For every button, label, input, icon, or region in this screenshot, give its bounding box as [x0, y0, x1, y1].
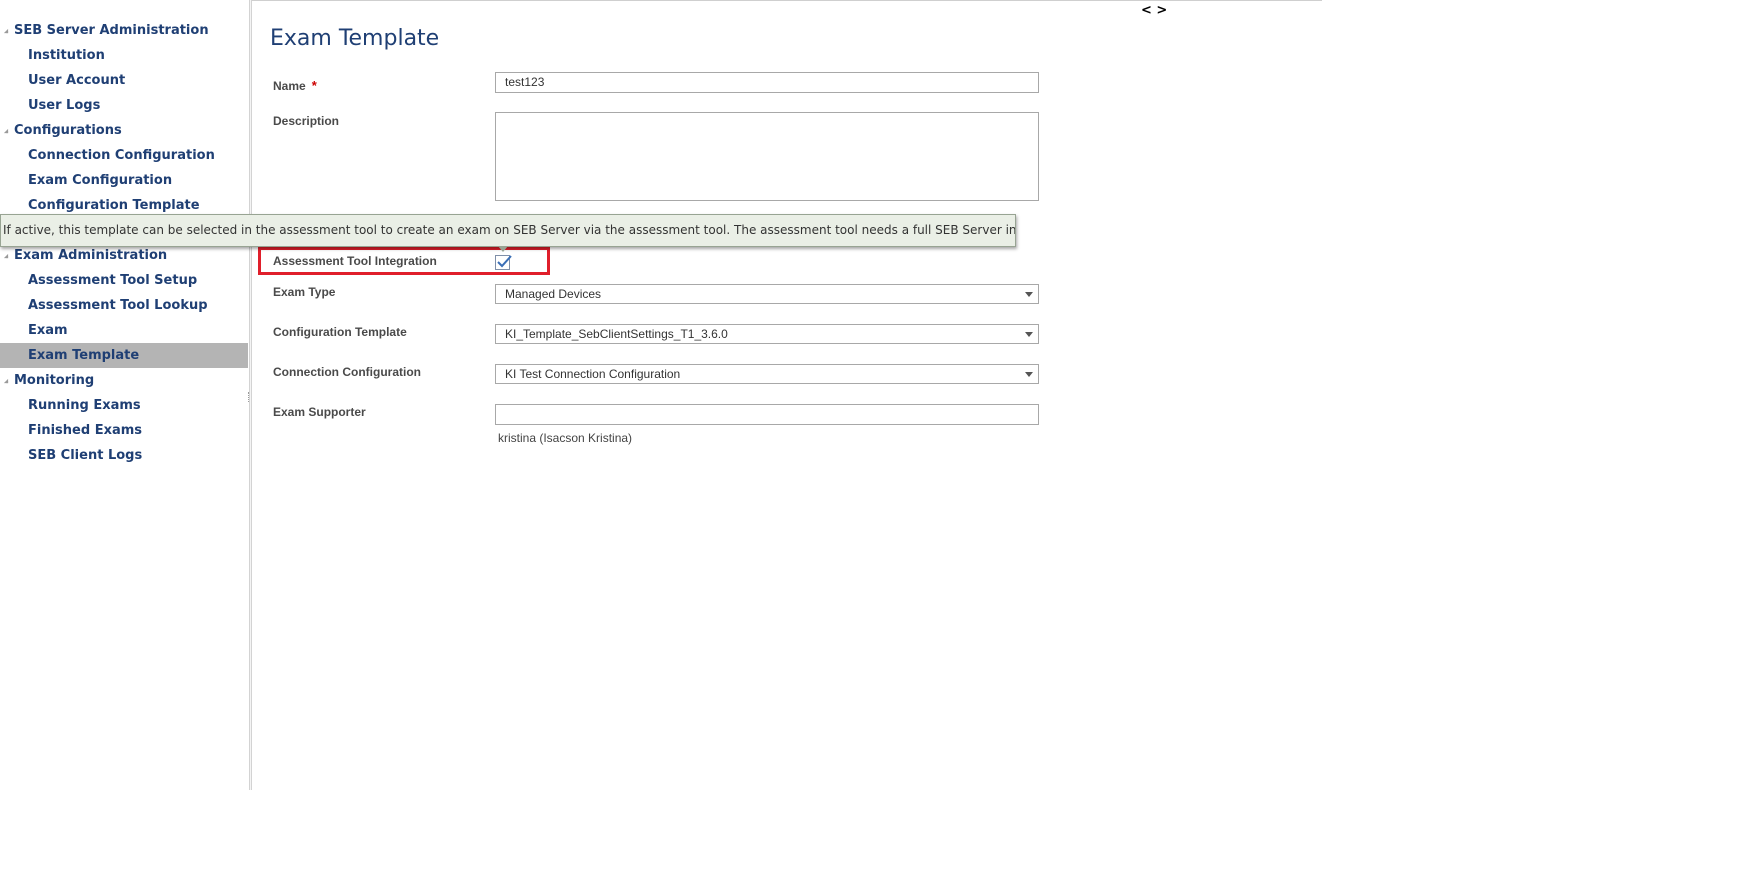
connection-configuration-select[interactable]: KI Test Connection Configuration [495, 364, 1039, 384]
collapse-expand-icon[interactable]: < > [1141, 3, 1167, 18]
sidebar-item-exam-template[interactable]: Exam Template [0, 343, 248, 368]
dropdown-arrow-icon [1025, 332, 1033, 337]
dropdown-arrow-icon [1025, 292, 1033, 297]
expand-arrow-icon [3, 253, 9, 259]
sidebar-navigation: SEB Server Administration Institution Us… [0, 0, 248, 884]
sidebar-item-user-account[interactable]: User Account [0, 68, 248, 93]
exam-type-select[interactable]: Managed Devices [495, 284, 1039, 304]
expand-arrow-icon [3, 378, 9, 384]
help-tooltip: If active, this template can be selected… [0, 214, 1016, 247]
dropdown-arrow-icon [1025, 372, 1033, 377]
exam-type-label: Exam Type [273, 285, 336, 299]
description-label: Description [273, 114, 340, 128]
sidebar-group-configurations[interactable]: Configurations [0, 118, 248, 143]
exam-supporter-selected-item[interactable]: kristina (Isacson Kristina) [498, 431, 632, 445]
sidebar-item-exam[interactable]: Exam [0, 318, 248, 343]
page-title: Exam Template [270, 26, 440, 51]
expand-arrow-icon [3, 28, 9, 34]
description-textarea[interactable] [495, 112, 1039, 201]
sidebar-item-connection-configuration[interactable]: Connection Configuration [0, 143, 248, 168]
sidebar-group-seb-server-administration[interactable]: SEB Server Administration [0, 18, 248, 43]
sidebar-item-institution[interactable]: Institution [0, 43, 248, 68]
sidebar-item-assessment-tool-lookup[interactable]: Assessment Tool Lookup [0, 293, 248, 318]
required-asterisk: * [311, 78, 317, 93]
name-label: Name * [273, 78, 317, 93]
content-top-border [252, 0, 1322, 1]
sidebar-item-user-logs[interactable]: User Logs [0, 93, 248, 118]
sidebar-item-assessment-tool-setup[interactable]: Assessment Tool Setup [0, 268, 248, 293]
sidebar-item-exam-configuration[interactable]: Exam Configuration [0, 168, 248, 193]
sidebar-item-finished-exams[interactable]: Finished Exams [0, 418, 248, 443]
splitter-grip-icon [248, 392, 251, 402]
configuration-template-select[interactable]: KI_Template_SebClientSettings_T1_3.6.0 [495, 324, 1039, 344]
configuration-template-label: Configuration Template [273, 325, 407, 339]
exam-supporter-input[interactable] [495, 404, 1039, 425]
sidebar-item-running-exams[interactable]: Running Exams [0, 393, 248, 418]
tooltip-pointer [498, 246, 508, 252]
name-input[interactable]: test123 [495, 72, 1039, 93]
connection-configuration-label: Connection Configuration [273, 365, 421, 379]
exam-supporter-label: Exam Supporter [273, 405, 366, 419]
sidebar-item-seb-client-logs[interactable]: SEB Client Logs [0, 443, 248, 468]
expand-arrow-icon [3, 128, 9, 134]
sidebar-group-monitoring[interactable]: Monitoring [0, 368, 248, 393]
